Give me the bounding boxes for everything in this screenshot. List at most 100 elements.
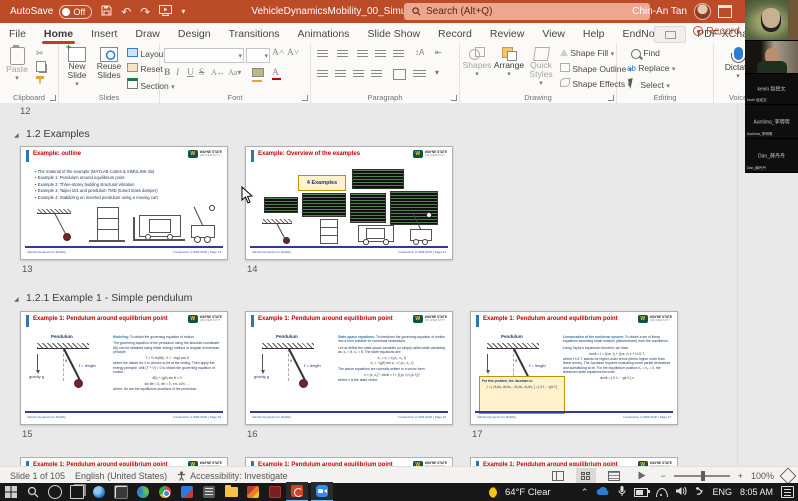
tab-animations[interactable]: Animations [289,23,359,44]
cut-button[interactable]: ✂ [36,48,49,59]
font-name-select[interactable]: ▾ [164,48,244,63]
user-name[interactable]: Chin-An Tan [632,6,687,17]
font-size-select[interactable]: ▾ [246,48,270,63]
tab-transitions[interactable]: Transitions [220,23,289,44]
save-icon[interactable] [101,5,112,19]
slide-thumbnail-18[interactable]: Example 1: Pendulum around equilibrium p… [20,457,228,466]
zoom-out-button[interactable]: − [660,471,665,481]
line-spacing-icon[interactable] [393,50,404,58]
slide-thumbnail-16[interactable]: Example 1: Pendulum around equilibrium p… [245,311,453,425]
section-header-example1[interactable]: 1.2.1 Example 1 - Simple pendulum [26,292,192,304]
text-direction-icon[interactable]: ↕A [415,48,424,57]
participant-video-2[interactable] [745,41,798,74]
explorer-icon[interactable] [220,483,242,501]
weather-icon[interactable] [483,483,505,501]
decrease-indent-icon[interactable] [357,50,368,58]
slide-thumbnail-14[interactable]: Example: Overview of the examples WWAYNE… [245,146,453,260]
shape-fill-button[interactable]: Shape Fill ▾ [560,48,614,58]
italic-button[interactable]: I [176,68,179,78]
clipboard-dialog-launcher[interactable] [50,95,56,101]
comments-button[interactable] [654,26,686,43]
underline-button[interactable]: U [187,68,194,78]
search-input[interactable]: Search (Alt+Q) [404,3,650,20]
format-painter-button[interactable] [36,74,49,85]
powerpoint-icon[interactable] [286,482,308,501]
find-button[interactable]: Find [631,48,660,59]
autosave-toggle[interactable]: Off [59,5,92,19]
character-spacing-icon[interactable]: A↔ [211,68,225,77]
align-center-icon[interactable] [335,70,346,78]
zoom-slider-thumb[interactable] [701,471,705,481]
slide-thumbnail-17[interactable]: Example 1: Pendulum around equilibrium p… [470,311,678,425]
slide-thumbnail-13[interactable]: Example: outline WWAYNE STATEUNIVERSITY … [20,146,228,260]
remote-icon[interactable] [176,483,198,501]
redo-icon[interactable]: ↷ [140,5,150,19]
font-color-icon[interactable]: A [272,68,281,80]
reading-view-button[interactable] [604,468,624,483]
slide-thumbnail-20[interactable]: Example 1: Pendulum around equilibrium p… [470,457,678,466]
language-button[interactable]: ENG [712,487,732,497]
drawing-dialog-launcher[interactable] [608,95,614,101]
replace-button[interactable]: ab Replace ▾ [627,63,675,73]
zoom-icon[interactable] [311,482,333,501]
numbering-icon[interactable] [337,50,348,58]
copy-button[interactable] [36,61,49,72]
align-text-icon[interactable]: ⇤ [435,48,442,57]
strikethrough-button[interactable]: S [199,68,204,78]
arrange-button[interactable]: Arrange▾ [493,47,525,79]
chrome-icon[interactable] [154,483,176,501]
cortana-icon[interactable] [44,483,66,501]
taskview-icon[interactable] [66,483,88,501]
onedrive-icon[interactable] [596,487,610,498]
participant-video-1[interactable] [745,0,798,41]
matlab-icon[interactable] [242,483,264,501]
paragraph-dialog-launcher[interactable] [451,95,457,101]
zoom-in-button[interactable]: + [738,471,743,481]
qat-customize-icon[interactable]: ▾ [181,7,185,16]
window-icon[interactable] [718,5,732,18]
justify-icon[interactable] [371,70,382,78]
slide-thumbnail-19[interactable]: Example 1: Pendulum around equilibrium p… [245,457,453,466]
language-indicator[interactable]: English (United States) [75,471,167,481]
edge-icon[interactable] [132,483,154,501]
font-dialog-launcher[interactable] [302,95,308,101]
tab-file[interactable]: File [0,23,35,44]
search-icon[interactable] [22,483,44,501]
acrobat-icon[interactable] [264,483,286,501]
section-collapse-icon[interactable]: ◢ [14,296,19,303]
slide-sorter-view-button[interactable] [576,468,596,483]
paste-button[interactable]: Paste▾ [3,47,31,83]
slideshow-view-button[interactable] [632,468,652,483]
participant-tile-5[interactable]: Dan_薛丹丹 Dan_薛丹丹 [745,139,798,173]
tab-design[interactable]: Design [169,23,220,44]
device-icon[interactable] [695,486,704,498]
battery-icon[interactable] [634,488,648,497]
snip-icon[interactable] [110,483,132,501]
microphone-icon[interactable] [618,486,626,499]
zoom-slider[interactable] [674,475,730,477]
new-slide-button[interactable]: + New Slide▾ [61,47,93,89]
tab-insert[interactable]: Insert [82,23,126,44]
slideshow-from-start-icon[interactable] [159,5,172,19]
reuse-slides-button[interactable]: Reuse Slides [93,47,125,80]
shapes-button[interactable]: Shapes▾ [462,47,492,79]
fit-to-window-icon[interactable] [780,467,797,484]
hidden-icons-chevron[interactable]: ⌃ [581,487,589,498]
reset-button[interactable]: Reset [127,63,163,74]
tab-record[interactable]: Record [429,23,481,44]
accessibility-status[interactable]: Accessibility: Investigate [177,471,288,481]
quick-styles-button[interactable]: Quick Styles▾ [526,47,556,88]
smartart-convert-icon[interactable] [413,70,426,78]
section-collapse-icon[interactable]: ◢ [14,132,19,139]
decrease-font-icon[interactable]: A˅ [287,48,299,58]
participant-tile-4[interactable]: Auntima_李明明 Auntima_李明明 [745,105,798,139]
paragraph-more-icon[interactable]: ▾ [435,68,439,77]
tab-draw[interactable]: Draw [126,23,169,44]
select-button[interactable]: Select ▾ [629,78,670,90]
slide-thumbnail-15[interactable]: Example 1: Pendulum around equilibrium p… [20,311,228,425]
tab-slide-show[interactable]: Slide Show [359,23,430,44]
columns-icon[interactable] [393,69,406,80]
action-center-icon[interactable] [781,486,794,498]
start-icon[interactable] [0,483,22,501]
participant-tile-3[interactable]: kevin 赵经文 kevin 赵经文 [745,74,798,105]
